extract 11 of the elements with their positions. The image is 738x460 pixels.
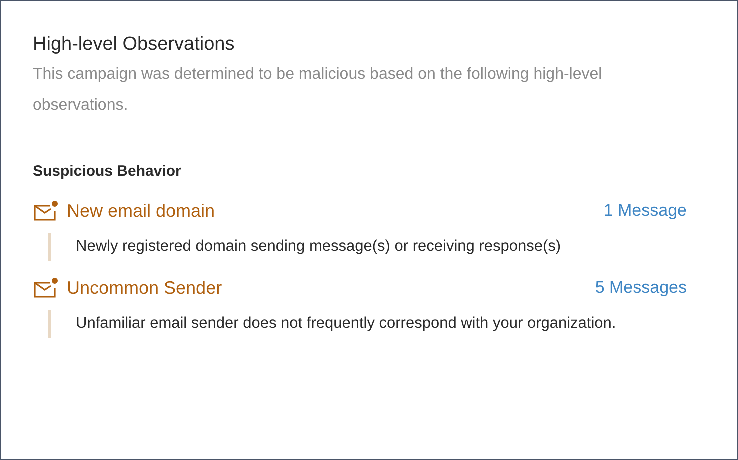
observation-detail: Newly registered domain sending message(s) or receiving response(s) — [48, 232, 687, 260]
observation-detail: Unfamiliar email sender does not frequently correspond with your organization. — [48, 310, 687, 338]
section-heading: Suspicious Behavior — [33, 162, 182, 182]
observation-name: New email domain — [67, 200, 216, 222]
panel-title: High-level Observations — [33, 33, 236, 57]
mail-alert-icon — [33, 277, 59, 299]
observation-name: Uncommon Sender — [67, 276, 222, 300]
message-count-link[interactable]: 1 Message — [604, 198, 687, 224]
mail-alert-icon — [33, 200, 59, 222]
message-count-link[interactable]: 5 Messages — [595, 275, 687, 301]
panel-description: This campaign was determined to be malicious based on the following high-level observations. — [33, 65, 604, 116]
